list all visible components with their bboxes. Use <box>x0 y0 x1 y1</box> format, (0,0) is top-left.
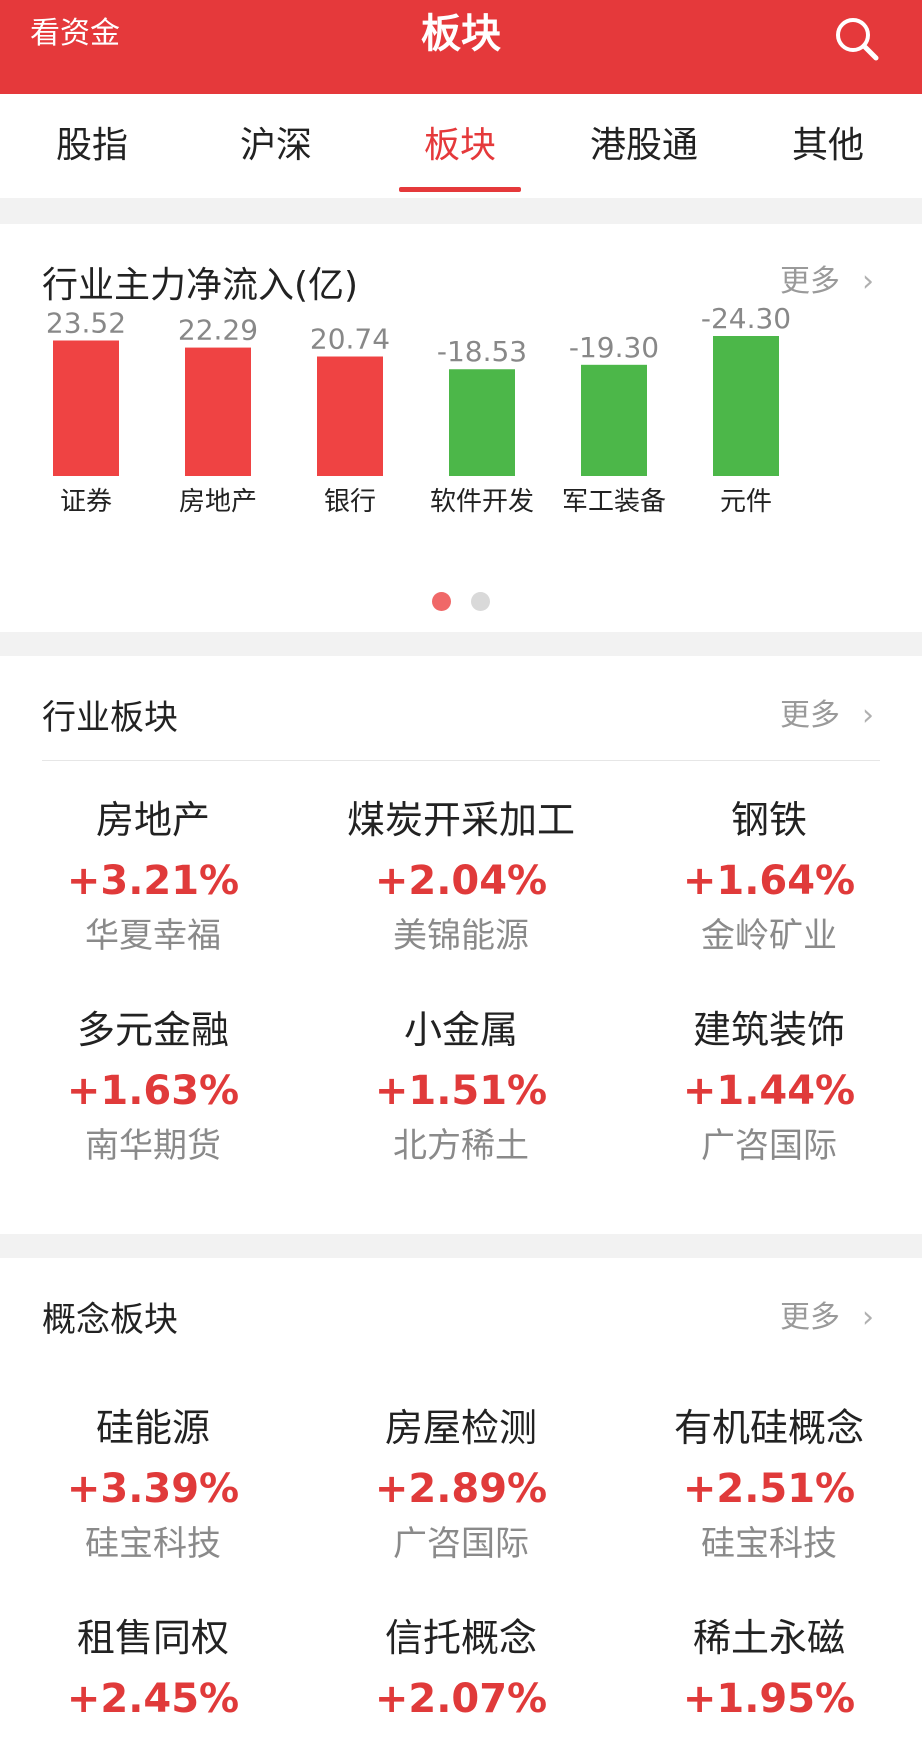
flow-bar-chart[interactable]: 23.52 证券 22.29 房地产 20.74 银行 -18.53 软件开发 -19.30 军工… <box>0 224 922 584</box>
sector-change: +1.63% <box>66 1068 240 1114</box>
sector-name: 煤炭开采加工 <box>346 798 575 842</box>
bar-value-label: 22.29 <box>178 314 258 347</box>
bar-value-label: -18.53 <box>437 335 527 368</box>
leading-stock: 南华期货 <box>85 1126 221 1166</box>
tab-other[interactable]: 其他 <box>736 94 920 198</box>
tab-active-underline <box>399 187 521 192</box>
page-dot[interactable] <box>471 592 490 611</box>
tab-hk-connect[interactable]: 港股通 <box>552 94 736 198</box>
sector-name: 房地产 <box>95 798 210 842</box>
leading-stock: 硅宝科技 <box>701 1524 837 1564</box>
concept-item[interactable]: 有机硅概念 +2.51% 硅宝科技 <box>624 1404 914 1566</box>
search-icon[interactable] <box>832 14 882 64</box>
sector-name: 硅能源 <box>95 1406 210 1450</box>
bar-category-label: 软件开发 <box>430 487 534 517</box>
leading-stock: 华夏幸福 <box>85 916 221 956</box>
concept-item[interactable]: 房屋检测 +2.89% 广咨国际 <box>316 1404 606 1566</box>
industry-more-link[interactable]: 更多 › <box>780 690 874 734</box>
bar-category-label: 军工装备 <box>562 487 666 517</box>
leading-stock: 北方稀土 <box>393 1126 529 1166</box>
sector-name: 房屋检测 <box>384 1406 537 1450</box>
concept-more-link[interactable]: 更多 › <box>780 1292 874 1336</box>
sector-change: +3.21% <box>66 858 240 904</box>
industry-item[interactable]: 房地产 +3.21% 华夏幸福 <box>8 796 298 958</box>
bar-category-label: 房地产 <box>179 487 257 517</box>
bar-value-label: 23.52 <box>46 306 126 339</box>
page-title: 板块 <box>421 11 501 57</box>
chevron-right-icon: › <box>862 1300 874 1335</box>
industry-item[interactable]: 建筑装饰 +1.44% 广咨国际 <box>624 1006 914 1168</box>
sector-change: +1.44% <box>682 1068 856 1114</box>
bar-category-label: 元件 <box>720 487 772 517</box>
flow-bar[interactable] <box>53 340 119 476</box>
sector-change: +3.39% <box>66 1466 240 1512</box>
concept-item[interactable]: 信托概念 +2.07% <box>316 1614 606 1726</box>
sector-change: +2.89% <box>374 1466 548 1512</box>
flow-bar[interactable] <box>449 369 515 476</box>
sector-name: 建筑装饰 <box>692 1008 845 1052</box>
bar-value-label: -24.30 <box>701 302 791 335</box>
sector-name: 有机硅概念 <box>673 1406 864 1450</box>
flow-bar[interactable] <box>581 364 647 476</box>
bar-category-label: 银行 <box>324 487 376 517</box>
page-indicator <box>0 592 922 612</box>
industry-flow-card: 行业主力净流入(亿) 更多 › 23.52 证券 22.29 房地产 20.74 银行 -18… <box>0 224 922 632</box>
leading-stock: 广咨国际 <box>701 1126 837 1166</box>
tab-index[interactable]: 股指 <box>0 94 184 198</box>
tab-bar: 股指 沪深 板块 港股通 其他 <box>0 94 922 198</box>
industry-item[interactable]: 多元金融 +1.63% 南华期货 <box>8 1006 298 1168</box>
page-dot-active[interactable] <box>432 592 451 611</box>
sector-change: +2.04% <box>374 858 548 904</box>
leading-stock: 金岭矿业 <box>701 916 837 956</box>
flow-bar[interactable] <box>713 336 779 476</box>
flow-bar[interactable] <box>317 356 383 476</box>
concept-item[interactable]: 租售同权 +2.45% <box>8 1614 298 1726</box>
divider <box>42 760 880 761</box>
more-label: 更多 <box>780 1300 840 1335</box>
tab-hushen[interactable]: 沪深 <box>184 94 368 198</box>
industry-item[interactable]: 钢铁 +1.64% 金岭矿业 <box>624 796 914 958</box>
sector-name: 钢铁 <box>730 798 807 842</box>
more-label: 更多 <box>780 698 840 733</box>
sector-change: +1.64% <box>682 858 856 904</box>
bar-value-label: -19.30 <box>569 331 659 364</box>
sector-change: +1.51% <box>374 1068 548 1114</box>
sector-name: 稀土永磁 <box>692 1616 845 1660</box>
industry-item[interactable]: 煤炭开采加工 +2.04% 美锦能源 <box>316 796 606 958</box>
sector-name: 小金属 <box>403 1008 518 1052</box>
leading-stock: 广咨国际 <box>393 1524 529 1564</box>
top-bar: 看资金 板块 <box>0 0 922 94</box>
concept-sector-card: 概念板块 更多 › 硅能源 +3.39% 硅宝科技 房屋检测 +2.89% 广咨国… <box>0 1258 922 1758</box>
bar-category-label: 证券 <box>60 487 112 517</box>
tab-sector[interactable]: 板块 <box>368 94 552 198</box>
sector-change: +2.51% <box>682 1466 856 1512</box>
sector-change: +2.07% <box>374 1676 548 1722</box>
sector-name: 多元金融 <box>76 1008 229 1052</box>
flow-bar[interactable] <box>185 347 251 476</box>
industry-sector-card: 行业板块 更多 › 房地产 +3.21% 华夏幸福 煤炭开采加工 +2.04% 美… <box>0 656 922 1234</box>
concept-item[interactable]: 硅能源 +3.39% 硅宝科技 <box>8 1404 298 1566</box>
sector-change: +1.95% <box>682 1676 856 1722</box>
sector-change: +2.45% <box>66 1676 240 1722</box>
sector-name: 信托概念 <box>384 1616 537 1660</box>
concept-item[interactable]: 稀土永磁 +1.95% <box>624 1614 914 1726</box>
leading-stock: 硅宝科技 <box>85 1524 221 1564</box>
bar-value-label: 20.74 <box>310 323 390 356</box>
chevron-right-icon: › <box>862 698 874 733</box>
sector-name: 租售同权 <box>76 1616 229 1660</box>
industry-item[interactable]: 小金属 +1.51% 北方稀土 <box>316 1006 606 1168</box>
industry-title: 行业板块 <box>42 698 178 738</box>
leading-stock: 美锦能源 <box>393 916 529 956</box>
concept-title: 概念板块 <box>42 1300 178 1340</box>
